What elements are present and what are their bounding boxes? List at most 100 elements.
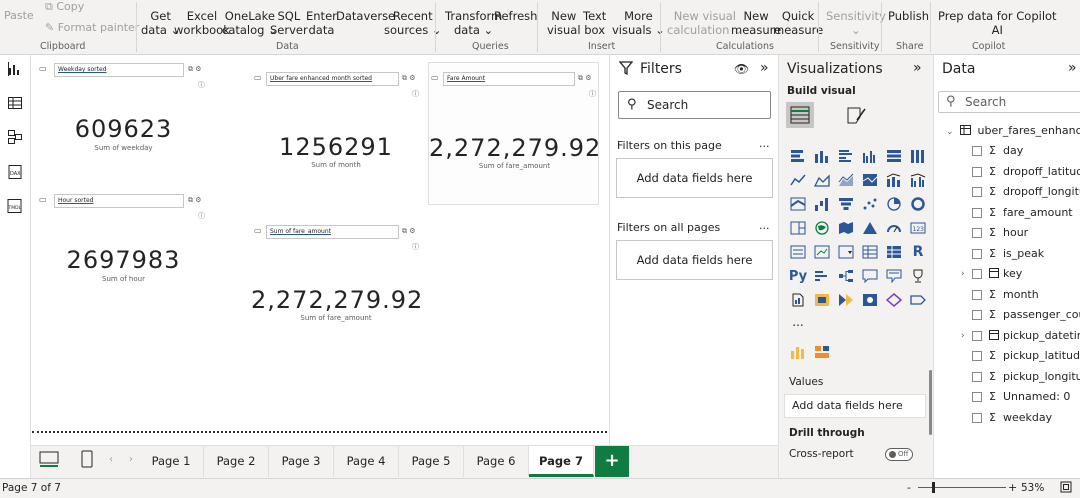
- tab-page-3[interactable]: Page 3: [269, 446, 334, 477]
- report-canvas[interactable]: ▭ Weekday sorted ⧉ ⚙ ⓘ 609623 Sum of wee…: [31, 55, 609, 445]
- area-chart-icon[interactable]: [813, 171, 831, 189]
- visual-options-icon[interactable]: ⧉ ⚙: [188, 196, 202, 205]
- comment-icon[interactable]: ▭: [431, 73, 439, 82]
- field-checkbox[interactable]: [972, 166, 982, 177]
- info-icon[interactable]: ⓘ: [589, 89, 596, 99]
- r-visual-icon[interactable]: R: [909, 243, 927, 261]
- visual-title[interactable]: Sum of fare_amount: [266, 225, 399, 239]
- map-icon[interactable]: [813, 219, 831, 237]
- azure-map-icon[interactable]: [861, 219, 879, 237]
- field-checkbox[interactable]: [972, 392, 982, 402]
- comment-icon[interactable]: ▭: [39, 64, 47, 73]
- diamond-chevron-icon[interactable]: [909, 291, 927, 309]
- 100-stacked-bar-icon[interactable]: [885, 147, 903, 165]
- visual-options-icon[interactable]: ⧉ ⚙: [578, 74, 592, 83]
- prep-data-copilot-button[interactable]: Prep data for Copilot AI: [938, 9, 1057, 37]
- decomposition-tree-icon[interactable]: [837, 267, 855, 285]
- publish-button[interactable]: Publish: [888, 9, 929, 23]
- page-filters-drop-zone[interactable]: Add data fields here: [616, 158, 773, 198]
- trophy-icon[interactable]: [909, 267, 927, 285]
- model-view-icon[interactable]: [6, 128, 24, 146]
- comment-icon[interactable]: ▭: [254, 73, 262, 82]
- card-visual-fare-amount[interactable]: ▭ Fare Amount ⧉ ⚙ ⓘ 2,272,279.92 Sum of …: [428, 62, 600, 205]
- ribbon-chart-icon[interactable]: [789, 195, 807, 213]
- tab-page-1[interactable]: Page 1: [139, 446, 204, 477]
- chevron-right-icon[interactable]: ›: [961, 326, 965, 346]
- matrix-icon[interactable]: [885, 243, 903, 261]
- diamond-visual-icon[interactable]: [885, 291, 903, 309]
- field-checkbox[interactable]: [972, 371, 982, 382]
- chevron-right-icon[interactable]: ›: [961, 264, 965, 284]
- dax-query-view-icon[interactable]: DAX: [6, 163, 24, 181]
- report-view-icon[interactable]: [6, 60, 24, 78]
- stacked-bar-chart-icon[interactable]: [789, 147, 807, 165]
- visual-title[interactable]: Hour sorted: [54, 194, 184, 208]
- funnel-chart-icon[interactable]: [837, 195, 855, 213]
- card-visual-sum-fare[interactable]: ▭ Sum of fare_amount ⧉ ⚙ ⓘ 2,272,279.92 …: [251, 225, 422, 335]
- tab-page-5[interactable]: Page 5: [399, 446, 464, 477]
- tab-scroll-left-icon[interactable]: ‹: [109, 454, 113, 465]
- field-checkbox[interactable]: [972, 289, 982, 300]
- line-stacked-column-icon[interactable]: [885, 171, 903, 189]
- comment-icon[interactable]: ▭: [39, 195, 47, 204]
- python-visual-icon[interactable]: Py: [789, 267, 807, 285]
- info-icon[interactable]: ⓘ: [198, 80, 205, 90]
- field-checkbox[interactable]: [972, 412, 982, 423]
- collapse-filters-icon[interactable]: »: [760, 60, 769, 76]
- visual-title[interactable]: Weekday sorted: [54, 63, 184, 77]
- info-icon[interactable]: ⓘ: [412, 89, 419, 99]
- cross-report-toggle[interactable]: Off: [885, 448, 913, 461]
- enter-data-button[interactable]: Enter data: [306, 9, 337, 37]
- paginated-report-icon[interactable]: [789, 291, 807, 309]
- slicer-icon[interactable]: [837, 243, 855, 261]
- visual-title[interactable]: Uber fare enhanced month sorted: [266, 72, 399, 86]
- stacked-column-chart-icon[interactable]: [813, 147, 831, 165]
- quick-measure-button[interactable]: Quick measure: [773, 9, 823, 37]
- tab-page-6[interactable]: Page 6: [464, 446, 529, 477]
- clustered-column-chart-icon[interactable]: [861, 147, 879, 165]
- zoom-in-button[interactable]: +: [1008, 479, 1017, 497]
- text-box-button[interactable]: Text box: [583, 9, 606, 37]
- tab-page-7[interactable]: Page 7: [529, 446, 594, 477]
- custom-visual-icon[interactable]: [813, 343, 831, 361]
- card-visual-month[interactable]: ▭ Uber fare enhanced month sorted ⧉ ⚙ ⓘ …: [251, 72, 421, 182]
- eye-icon[interactable]: 👁: [734, 62, 749, 76]
- table-view-icon[interactable]: [6, 94, 24, 112]
- clustered-bar-chart-icon[interactable]: [837, 147, 855, 165]
- data-search-input[interactable]: ⚲ Search: [938, 91, 1080, 113]
- zoom-slider-thumb[interactable]: [932, 482, 935, 493]
- power-apps-icon[interactable]: [813, 291, 831, 309]
- gauge-icon[interactable]: [885, 219, 903, 237]
- qa-visual-icon[interactable]: [861, 267, 879, 285]
- tab-scroll-right-icon[interactable]: ›: [129, 454, 133, 465]
- smart-narrative-icon[interactable]: [885, 267, 903, 285]
- power-automate-icon[interactable]: [837, 291, 855, 309]
- field-checkbox[interactable]: [972, 248, 982, 259]
- field-checkbox[interactable]: [972, 269, 982, 279]
- collapse-visualizations-icon[interactable]: »: [913, 60, 922, 76]
- waterfall-chart-icon[interactable]: [813, 195, 831, 213]
- field-checkbox[interactable]: [972, 146, 982, 156]
- table-node[interactable]: ⌄ uber_fares_enhanced: [946, 124, 1080, 138]
- field-checkbox[interactable]: [972, 330, 982, 341]
- scatter-chart-icon[interactable]: [861, 195, 879, 213]
- card-visual-weekday[interactable]: ▭ Weekday sorted ⧉ ⚙ ⓘ 609623 Sum of wee…: [36, 63, 211, 173]
- tab-page-4[interactable]: Page 4: [334, 446, 399, 477]
- filters-search-input[interactable]: ⚲ Search: [618, 91, 771, 119]
- field-checkbox[interactable]: [972, 187, 982, 197]
- key-influencers-icon[interactable]: [813, 267, 831, 285]
- line-clustered-column-icon[interactable]: [909, 171, 927, 189]
- copy-button[interactable]: ⧉ Copy: [45, 0, 84, 14]
- card-visual-hour[interactable]: ▭ Hour sorted ⧉ ⚙ ⓘ 2697983 Sum of hour: [36, 194, 211, 294]
- tab-page-2[interactable]: Page 2: [204, 446, 269, 477]
- sql-server-button[interactable]: SQL Server: [270, 9, 308, 37]
- build-visual-tab[interactable]: [786, 102, 814, 128]
- treemap-icon[interactable]: [789, 219, 807, 237]
- more-options-icon[interactable]: ...: [759, 137, 770, 150]
- field-checkbox[interactable]: [972, 228, 982, 238]
- more-visuals-icon[interactable]: ...: [789, 313, 807, 331]
- fit-page-icon[interactable]: [1060, 481, 1072, 498]
- field-checkbox[interactable]: [972, 207, 982, 218]
- card-icon[interactable]: 123: [909, 219, 927, 237]
- info-icon[interactable]: ⓘ: [412, 242, 419, 252]
